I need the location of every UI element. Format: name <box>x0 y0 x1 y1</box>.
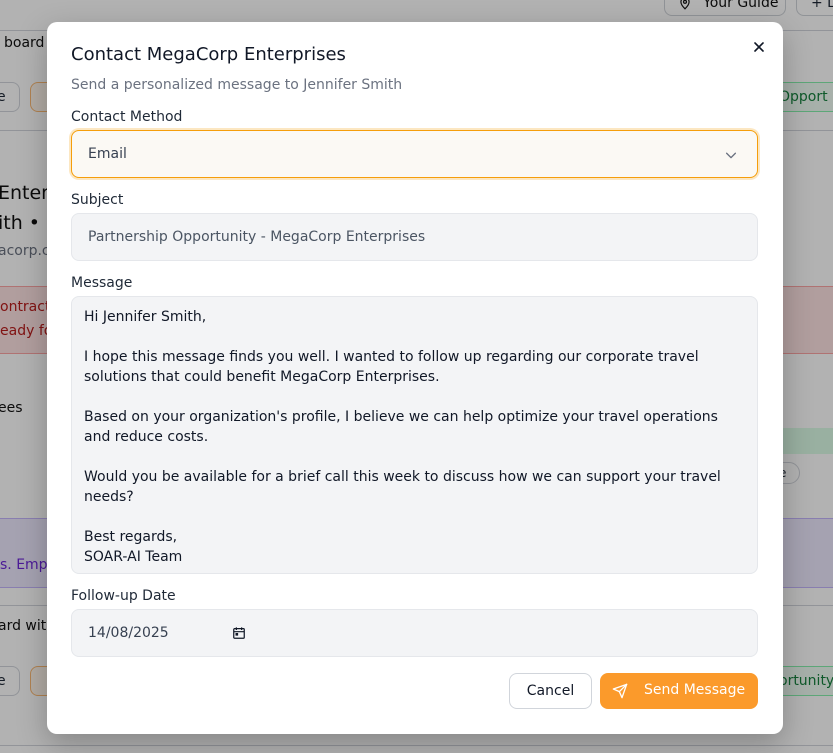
message-spacer <box>84 507 745 527</box>
message-signature: SOAR-AI Team <box>84 549 183 565</box>
message-paragraph: Based on your organization's profile, I … <box>84 409 718 445</box>
calendar-icon[interactable] <box>232 626 246 640</box>
contact-method-label: Contact Method <box>71 109 183 125</box>
message-paragraph: Would you be available for a brief call … <box>84 469 721 505</box>
close-icon[interactable] <box>751 39 767 55</box>
followup-date-label: Follow-up Date <box>71 588 176 604</box>
message-spacer <box>84 327 745 347</box>
message-textarea[interactable]: Hi Jennifer Smith, I hope this message f… <box>71 296 758 574</box>
message-paragraph: I hope this message finds you well. I wa… <box>84 349 699 385</box>
followup-date-value: 14/08/2025 <box>88 625 169 641</box>
contact-method-value: Email <box>88 146 127 162</box>
chevron-down-icon <box>725 152 737 159</box>
subject-label: Subject <box>71 192 124 208</box>
dialog-subtitle: Send a personalized message to Jennifer … <box>71 77 403 93</box>
message-signoff: Best regards, <box>84 529 178 545</box>
subject-input[interactable]: Partnership Opportunity - MegaCorp Enter… <box>71 213 758 261</box>
message-spacer <box>84 447 745 467</box>
send-message-button[interactable]: Send Message <box>600 673 758 709</box>
send-message-label: Send Message <box>644 682 746 698</box>
followup-date-input[interactable]: 14/08/2025 <box>71 609 758 657</box>
cancel-button[interactable]: Cancel <box>509 673 592 709</box>
contact-dialog: Contact MegaCorp Enterprises Send a pers… <box>47 22 783 734</box>
message-spacer <box>84 387 745 407</box>
contact-method-select[interactable]: Email <box>71 130 758 178</box>
message-label: Message <box>71 275 133 291</box>
send-icon <box>612 683 628 699</box>
dialog-title: Contact MegaCorp Enterprises <box>71 44 346 65</box>
message-greeting: Hi Jennifer Smith, <box>84 309 207 325</box>
subject-value: Partnership Opportunity - MegaCorp Enter… <box>88 229 426 245</box>
